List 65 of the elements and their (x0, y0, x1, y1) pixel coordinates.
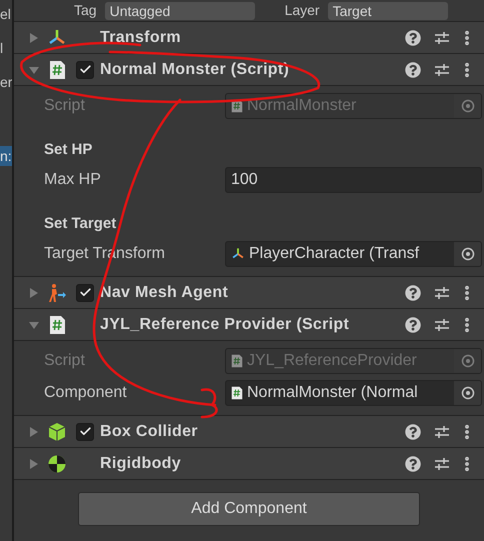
help-icon[interactable] (405, 62, 421, 78)
enabled-checkbox[interactable] (76, 422, 94, 440)
enabled-checkbox[interactable] (76, 60, 94, 78)
collapsed-arrow-icon[interactable] (28, 458, 40, 470)
help-icon[interactable] (405, 424, 421, 440)
sliders-icon[interactable] (434, 316, 450, 332)
add-component-button[interactable]: Add Component (78, 492, 420, 526)
component-header[interactable]: Rigidbody (14, 448, 484, 480)
check-icon (78, 286, 92, 299)
field-label: Component (44, 383, 128, 403)
script-file-icon (48, 60, 66, 80)
object-value: PlayerCharacter (Transf (249, 244, 420, 264)
layer-label: Layer (284, 1, 320, 20)
script-file-icon (231, 99, 243, 113)
object-picker-icon[interactable] (460, 247, 474, 261)
tag-label: Tag (74, 1, 97, 20)
help-icon[interactable] (405, 30, 421, 46)
sliders-icon[interactable] (434, 424, 450, 440)
enabled-checkbox[interactable] (76, 284, 94, 302)
sphere-icon (47, 454, 67, 474)
collapsed-arrow-icon[interactable] (28, 286, 40, 298)
input-field[interactable]: 100 (225, 167, 482, 193)
object-picker-icon[interactable] (460, 386, 474, 400)
object-value: JYL_ReferenceProvider (247, 351, 417, 371)
help-icon[interactable] (405, 316, 421, 332)
section-heading: Set HP (44, 141, 92, 158)
check-icon (78, 425, 92, 438)
check-icon (78, 63, 92, 76)
object-value: NormalMonster (247, 96, 356, 116)
field-label: Script (44, 351, 86, 371)
sliders-icon[interactable] (434, 30, 450, 46)
script-file-icon (231, 386, 243, 400)
script-file-icon (231, 354, 243, 368)
object-field[interactable]: PlayerCharacter (Transf (225, 241, 482, 267)
component-title: Box Collider (100, 422, 198, 442)
collapsed-arrow-icon[interactable] (28, 426, 40, 438)
component-header[interactable]: Transform (14, 22, 484, 54)
component-title: Transform (100, 28, 181, 48)
collapsed-arrow-icon[interactable] (28, 32, 40, 44)
walking-figure-icon (47, 282, 67, 302)
sliders-icon[interactable] (434, 456, 450, 472)
component-title: JYL_Reference Provider (Script (100, 314, 350, 334)
field-label: Script (44, 96, 86, 116)
object-field[interactable]: NormalMonster (Normal (225, 380, 482, 406)
tag-dropdown[interactable]: Untagged (104, 2, 255, 20)
component-header[interactable]: JYL_Reference Provider (Script (14, 309, 484, 341)
sliders-icon[interactable] (434, 284, 450, 300)
section-heading: Set Target (44, 215, 116, 232)
cube-icon (47, 422, 67, 442)
panel-item[interactable]: l (0, 38, 12, 58)
field-label: Max HP (44, 170, 102, 190)
component-header[interactable]: Normal Monster (Script) (14, 54, 484, 86)
axes-icon (231, 247, 245, 261)
panel-item[interactable]: er (0, 72, 12, 92)
layer-dropdown[interactable]: Target (328, 2, 448, 20)
component-title: Normal Monster (Script) (100, 60, 290, 80)
panel-item[interactable]: n: (0, 146, 12, 166)
object-value: NormalMonster (Normal (247, 383, 418, 403)
panel-item[interactable]: el (0, 4, 12, 24)
component-header[interactable]: Box Collider (14, 416, 484, 448)
sliders-icon[interactable] (434, 62, 450, 78)
help-icon[interactable] (405, 456, 421, 472)
script-file-icon (48, 314, 66, 334)
help-icon[interactable] (405, 284, 421, 300)
component-title: Rigidbody (100, 454, 181, 474)
